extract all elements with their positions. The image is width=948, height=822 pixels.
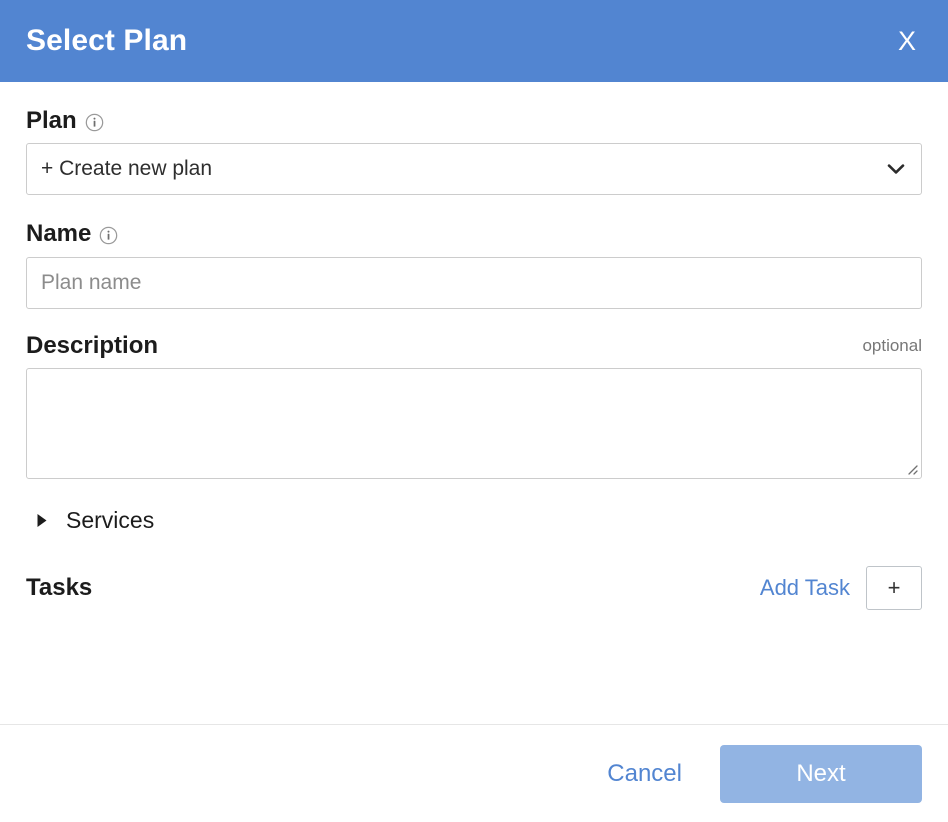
services-disclosure-row[interactable]: Services [26, 501, 154, 540]
plan-label-row: Plan [26, 107, 922, 134]
select-plan-dialog: Select Plan X Plan + Create new plan Nam… [0, 0, 948, 822]
tasks-actions: Add Task + [760, 566, 922, 611]
plan-select-wrap: + Create new plan [26, 143, 922, 196]
description-label: Description [26, 331, 159, 359]
add-task-button[interactable]: + [866, 566, 922, 611]
dialog-body: Plan + Create new plan Name Plan name De… [0, 82, 948, 724]
next-button[interactable]: Next [720, 744, 922, 803]
cancel-button[interactable]: Cancel [597, 754, 692, 794]
name-label-group: Name [26, 220, 118, 248]
dialog-title: Select Plan [26, 24, 188, 57]
info-circle-icon[interactable] [99, 226, 118, 245]
add-task-link[interactable]: Add Task [760, 577, 850, 599]
tasks-row: Tasks Add Task + [26, 566, 922, 611]
dialog-header: Select Plan X [0, 0, 948, 82]
description-label-row: Description optional [26, 331, 922, 359]
description-textarea[interactable] [26, 368, 922, 480]
plan-select[interactable]: + Create new plan [26, 143, 922, 196]
services-label: Services [66, 507, 155, 534]
dialog-footer: Cancel Next [0, 724, 948, 822]
plan-label-group: Plan [26, 107, 104, 134]
plan-name-input[interactable] [26, 256, 922, 309]
name-label: Name [26, 220, 92, 248]
close-icon[interactable]: X [890, 24, 924, 59]
info-circle-icon[interactable] [85, 113, 104, 132]
tasks-label: Tasks [26, 574, 93, 602]
name-label-row: Name [26, 220, 922, 248]
triangle-right-icon [36, 513, 48, 528]
plan-label: Plan [26, 107, 77, 134]
description-optional-tag: optional [862, 335, 922, 355]
description-textarea-wrap [26, 368, 922, 480]
